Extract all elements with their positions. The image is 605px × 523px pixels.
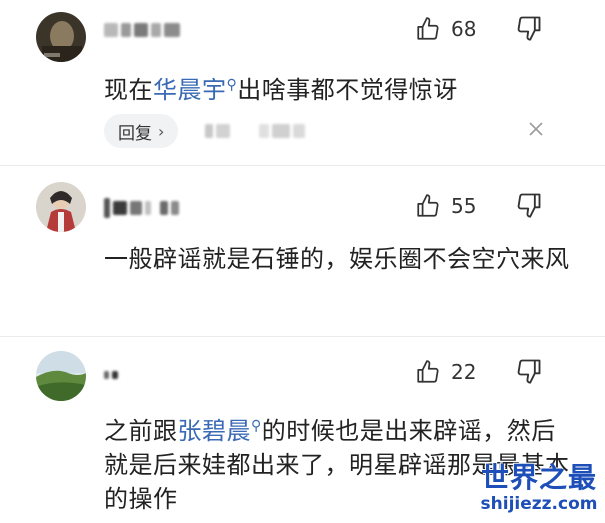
like-count: 68 bbox=[451, 17, 477, 41]
mention-link[interactable]: 张碧晨⚲ bbox=[178, 417, 262, 445]
thumbs-down-icon bbox=[517, 359, 541, 384]
avatar[interactable] bbox=[36, 12, 86, 62]
comment-2: 55 一般辟谣就是石锤的，娱乐圈不会空穴来风 bbox=[0, 166, 605, 336]
search-icon: ⚲ bbox=[226, 77, 238, 93]
like-button[interactable]: 55 bbox=[415, 191, 476, 221]
username-redacted[interactable] bbox=[104, 198, 179, 218]
dislike-button[interactable] bbox=[515, 191, 545, 221]
like-button[interactable]: 22 bbox=[415, 357, 476, 387]
username-redacted[interactable] bbox=[104, 20, 180, 40]
avatar[interactable] bbox=[36, 182, 86, 232]
close-icon[interactable] bbox=[525, 118, 547, 140]
watermark-logo: 世界之最 shijiezz.com bbox=[478, 461, 600, 515]
mention-link[interactable]: 华晨宇⚲ bbox=[153, 76, 237, 104]
watermark-url: shijiezz.com bbox=[480, 494, 598, 514]
thumbs-down-icon bbox=[517, 16, 541, 41]
comment-text: 一般辟谣就是石锤的，娱乐圈不会空穴来风 bbox=[104, 245, 570, 273]
thumbs-up-icon bbox=[417, 360, 439, 383]
like-count: 22 bbox=[451, 360, 477, 384]
comment-1: 68 现在华晨宇⚲出啥事都不觉得惊讶 回复 › bbox=[0, 0, 605, 165]
comment-text: 现在华晨宇⚲出啥事都不觉得惊讶 bbox=[104, 76, 458, 104]
thumbs-up-icon bbox=[417, 17, 439, 40]
thumbs-up-icon bbox=[417, 194, 439, 217]
replier-redacted bbox=[205, 121, 305, 141]
username-redacted[interactable] bbox=[104, 365, 118, 385]
like-button[interactable]: 68 bbox=[415, 14, 476, 44]
dislike-button[interactable] bbox=[515, 14, 545, 44]
thumbs-down-icon bbox=[517, 193, 541, 218]
like-count: 55 bbox=[451, 194, 477, 218]
dislike-button[interactable] bbox=[515, 357, 545, 387]
reply-button[interactable]: 回复 › bbox=[104, 114, 179, 148]
search-icon: ⚲ bbox=[251, 418, 262, 434]
avatar[interactable] bbox=[36, 351, 86, 401]
chevron-right-icon: › bbox=[158, 121, 165, 141]
watermark-title: 世界之最 bbox=[480, 461, 597, 494]
